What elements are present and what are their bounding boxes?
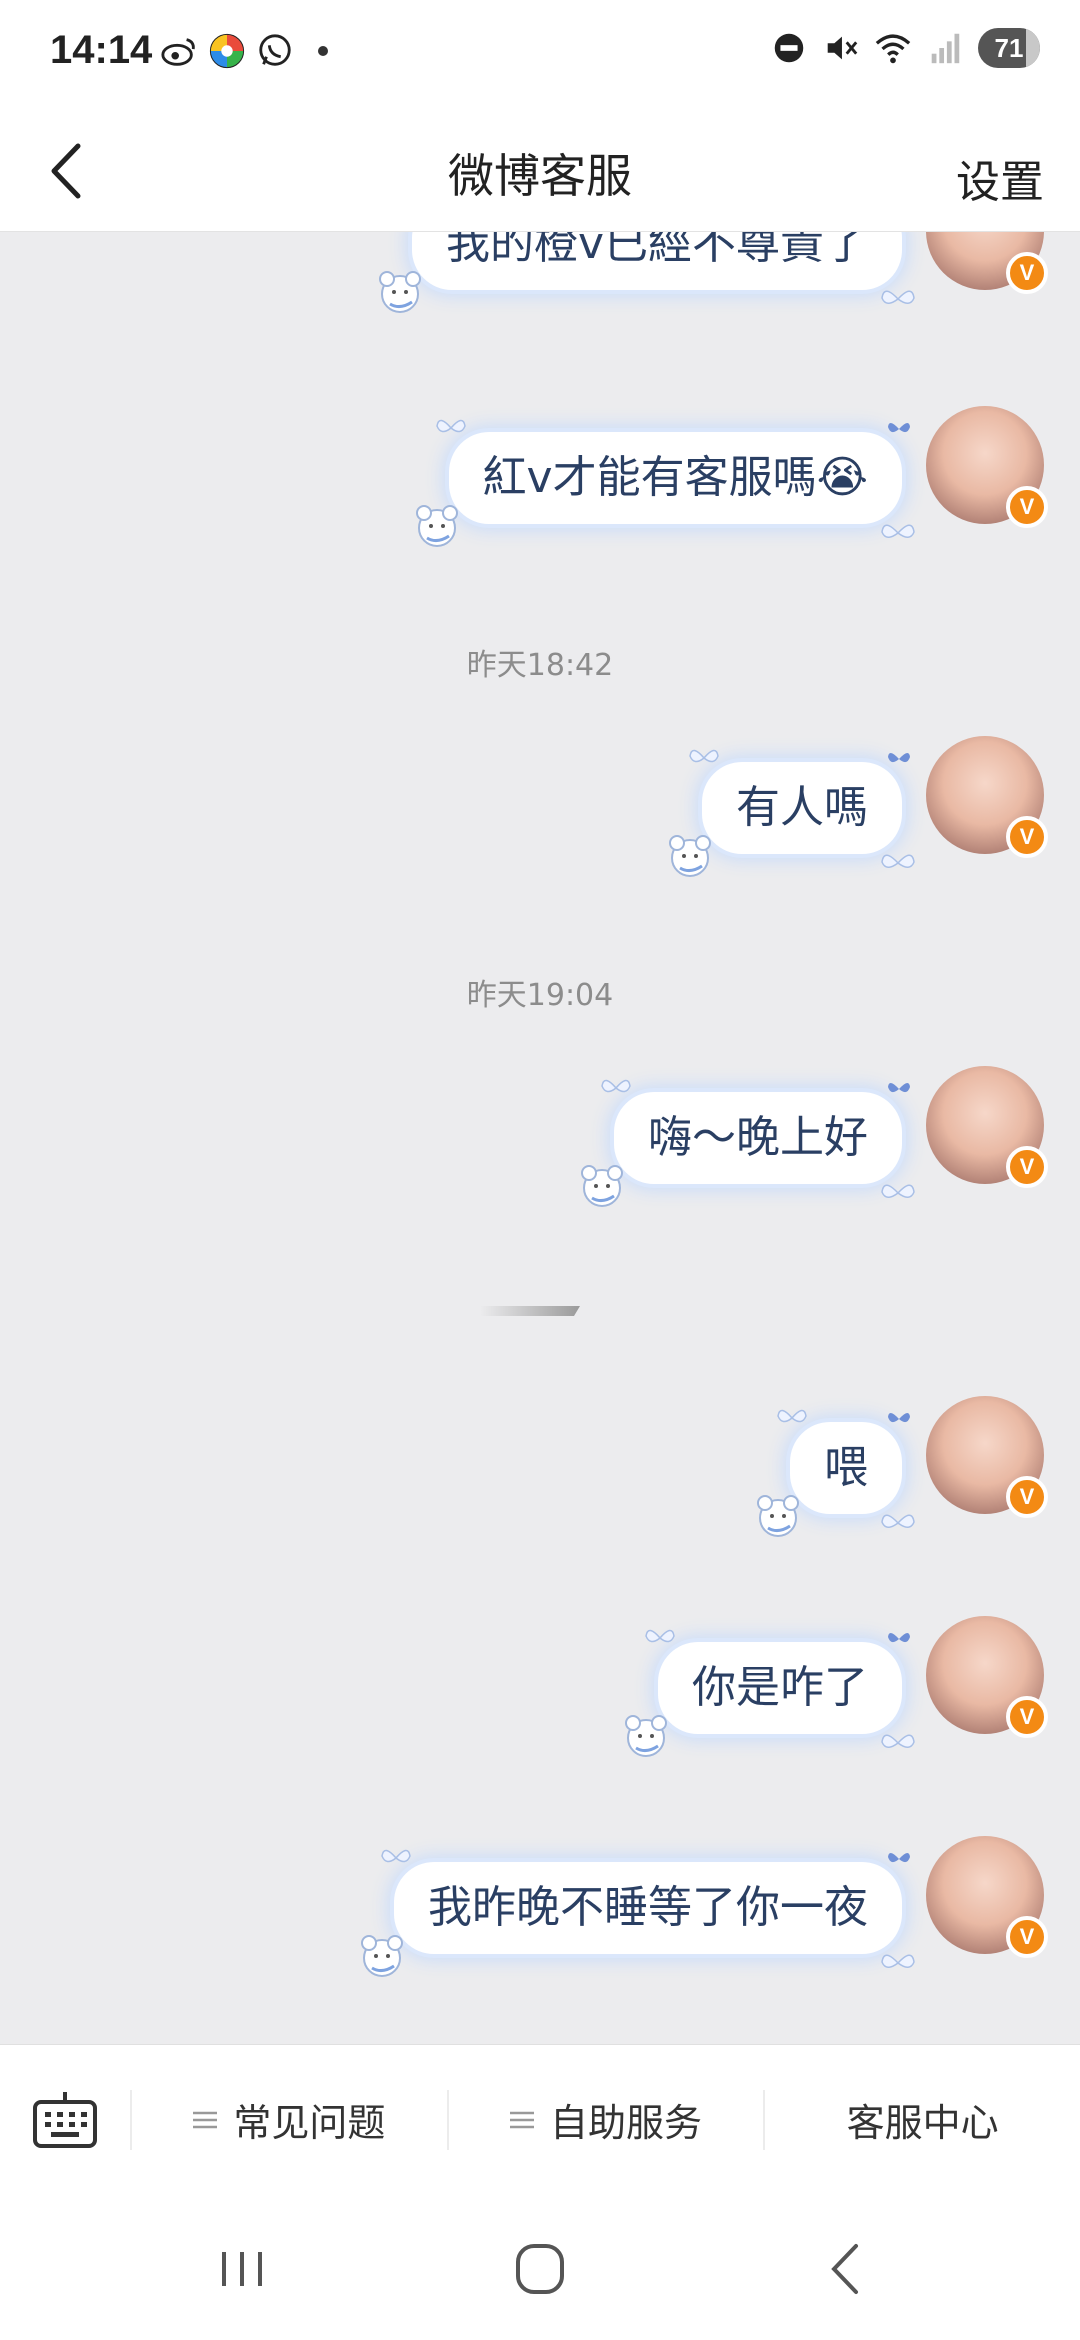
butterfly-icon: [601, 1079, 631, 1093]
butterfly-icon: [881, 1514, 915, 1528]
faq-menu-button[interactable]: 常见问题: [130, 2089, 447, 2150]
weibo-icon: [161, 38, 195, 66]
message-timestamp: 昨天19:04: [466, 978, 614, 1013]
message-bubble[interactable]: 我昨晚不睡等了你一夜: [394, 1862, 902, 1954]
message-row: 有人嗎 V: [669, 736, 1048, 877]
message-row: 嗨～晚上好 V: [581, 1066, 1048, 1207]
bear-sticker-icon: [669, 835, 711, 877]
butterfly-icon: [645, 1629, 675, 1643]
message-bubble-wrap: 嗨～晚上好: [581, 1079, 915, 1207]
chat-area[interactable]: 我的橙v已經不尊貴了 V 紅v才能有客服嗎😭 V 昨天18:42 有人嗎 V 昨…: [0, 232, 1080, 2044]
message-bubble-wrap: 我昨晚不睡等了你一夜: [361, 1849, 915, 1977]
verified-badge: V: [1006, 1146, 1048, 1188]
butterfly-icon: [881, 1184, 915, 1198]
title-bar: 微博客服 设置: [0, 110, 1080, 232]
self-service-menu-button[interactable]: 自助服务: [446, 2089, 764, 2150]
butterfly-icon: [881, 290, 915, 304]
verified-badge: V: [1006, 252, 1048, 294]
battery-indicator: 71: [978, 28, 1040, 68]
message-bubble[interactable]: 紅v才能有客服嗎😭: [448, 432, 902, 524]
system-nav-bar: [0, 2194, 1080, 2340]
recent-apps-icon[interactable]: [202, 2234, 282, 2304]
service-center-label: 客服中心: [846, 2101, 999, 2145]
faq-label: 常见问题: [233, 2101, 386, 2145]
avatar[interactable]: V: [926, 1066, 1048, 1188]
avatar[interactable]: V: [926, 406, 1048, 528]
whatsapp-icon: [259, 34, 291, 66]
message-bubble-wrap: 有人嗎: [669, 749, 915, 877]
self-service-label: 自助服务: [550, 2101, 703, 2145]
settings-button[interactable]: 设置: [956, 146, 1044, 210]
status-time: 14:14: [50, 28, 153, 72]
butterfly-icon: [888, 1412, 910, 1423]
page-title: 微博客服: [448, 149, 632, 203]
butterfly-icon: [888, 1852, 910, 1863]
butterfly-icon: [881, 1734, 915, 1748]
status-system-icons: 71: [770, 28, 1040, 68]
butterfly-icon: [881, 854, 915, 868]
message-bubble[interactable]: 喂: [790, 1422, 902, 1514]
verified-badge: V: [1006, 1916, 1048, 1958]
verified-badge: V: [1006, 486, 1048, 528]
message-bubble[interactable]: 我的橙v已經不尊貴了: [411, 232, 902, 290]
avatar[interactable]: V: [926, 1396, 1048, 1518]
message-row: 我昨晚不睡等了你一夜 V: [361, 1836, 1048, 1977]
verified-badge: V: [1006, 816, 1048, 858]
butterfly-icon: [888, 752, 910, 763]
nav-back-icon[interactable]: [806, 2234, 886, 2304]
butterfly-icon: [881, 524, 915, 538]
butterfly-icon: [888, 1082, 910, 1093]
message-bubble-wrap: 喂: [757, 1409, 915, 1537]
keyboard-icon: [33, 2091, 97, 2148]
bear-sticker-icon: [361, 1935, 403, 1977]
bottom-toolbar: 常见问题 自助服务 客服中心: [0, 2044, 1080, 2194]
message-bubble[interactable]: 有人嗎: [702, 762, 902, 854]
verified-badge: V: [1006, 1476, 1048, 1518]
butterfly-icon: [777, 1409, 807, 1423]
verified-badge: V: [1006, 1696, 1048, 1738]
menu-lines-icon: [510, 2111, 534, 2128]
battery-level: 71: [994, 32, 1024, 63]
menu-lines-icon: [193, 2111, 218, 2128]
avatar[interactable]: V: [926, 1616, 1048, 1738]
keyboard-button[interactable]: [0, 2045, 130, 2195]
home-icon[interactable]: [500, 2234, 580, 2304]
butterfly-icon: [888, 1632, 910, 1643]
avatar[interactable]: V: [926, 1836, 1048, 1958]
message-bubble-wrap: 紅v才能有客服嗎😭: [415, 419, 915, 547]
status-bar: 14:14 71: [0, 0, 1080, 110]
message-bubble[interactable]: 你是咋了: [658, 1642, 902, 1734]
bear-sticker-icon: [415, 505, 458, 547]
butterfly-icon: [689, 749, 719, 763]
mute-icon: [827, 36, 858, 60]
message-bubble[interactable]: 嗨～晚上好: [614, 1092, 902, 1184]
service-center-button[interactable]: 客服中心: [763, 2089, 1080, 2150]
butterfly-icon: [435, 419, 466, 433]
message-timestamp: 昨天18:42: [466, 648, 614, 683]
bear-sticker-icon: [378, 271, 421, 313]
dnd-icon: [774, 33, 804, 63]
butterfly-icon: [381, 1849, 411, 1863]
butterfly-icon: [881, 1954, 915, 1968]
dot-icon: [318, 46, 328, 56]
message-bubble-wrap: 你是咋了: [625, 1629, 915, 1757]
avatar[interactable]: V: [926, 232, 1048, 294]
butterfly-icon: [888, 422, 910, 433]
message-bubble-wrap: 我的橙v已經不尊貴了: [378, 232, 915, 313]
message-row: 喂 V: [757, 1396, 1048, 1537]
colorful-app-icon: [209, 33, 245, 69]
signal-icon: [931, 33, 960, 64]
avatar[interactable]: V: [926, 736, 1048, 858]
wifi-icon: [875, 34, 911, 64]
bear-sticker-icon: [625, 1715, 667, 1757]
message-row: 你是咋了 V: [625, 1616, 1048, 1757]
message-row: 我的橙v已經不尊貴了 V: [378, 232, 1048, 313]
message-row: 紅v才能有客服嗎😭 V: [415, 406, 1048, 547]
status-app-icons: [160, 32, 328, 70]
loading-indicator-icon: [480, 1306, 580, 1316]
bear-sticker-icon: [757, 1495, 799, 1537]
bear-sticker-icon: [581, 1165, 623, 1207]
